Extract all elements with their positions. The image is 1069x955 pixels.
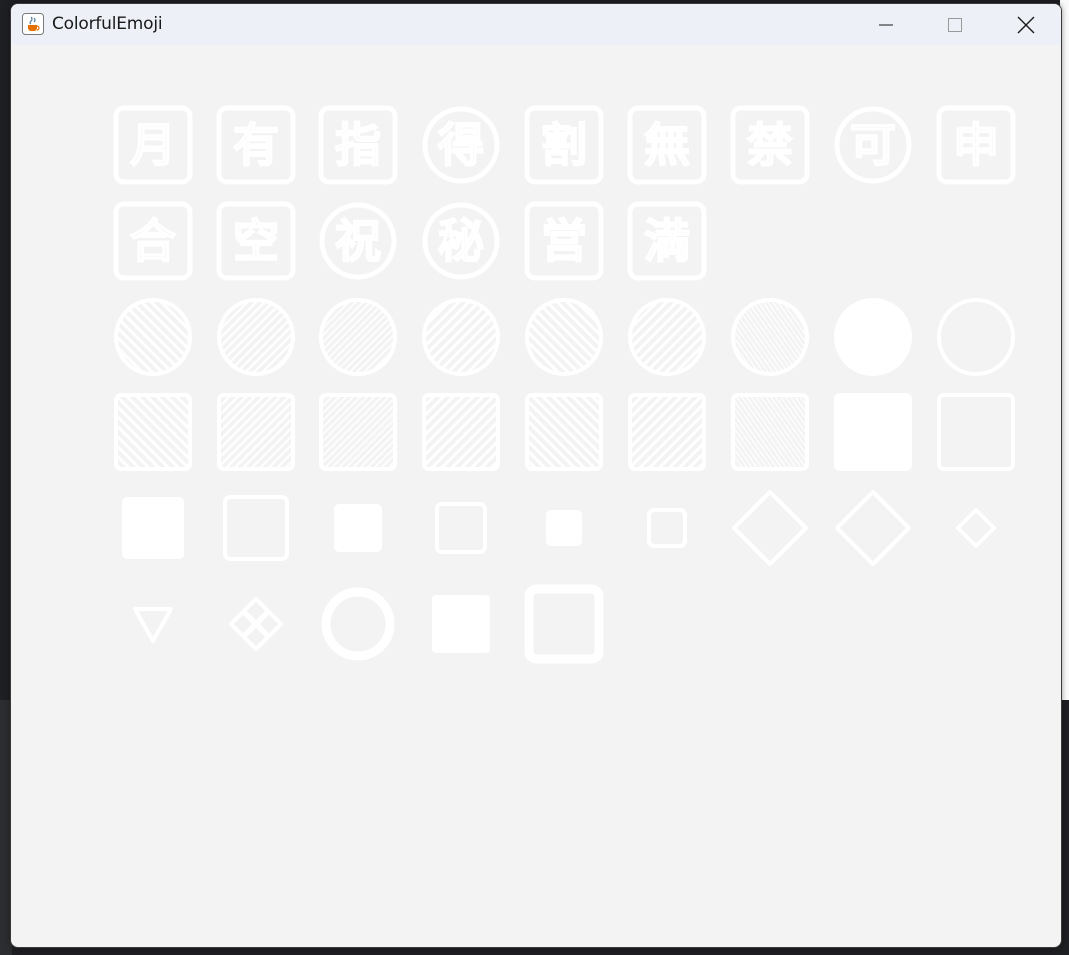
square-emoji: [319, 393, 397, 471]
square-medium-filled: [122, 497, 184, 559]
square-emoji: [114, 393, 192, 471]
ideograph-emoji: 満: [627, 201, 707, 281]
circle-emoji: [731, 298, 809, 376]
square-xsmall-filled: [546, 510, 582, 546]
ideograph-char: 可: [850, 118, 896, 172]
ideograph-char: 秘: [438, 214, 484, 268]
ideograph-char: 月: [130, 118, 176, 172]
application-window: ColorfulEmoji 月 有 指 得 割 無 禁 可 申合 空 祝 秘 営 満: [10, 3, 1062, 948]
ideograph-emoji: 秘: [422, 202, 500, 280]
ideograph-emoji: 営: [524, 201, 604, 281]
ring-circle: [321, 587, 395, 661]
circle-emoji: [319, 298, 397, 376]
ideograph-char: 禁: [747, 118, 793, 172]
triangle-down-outline: [133, 607, 173, 643]
square-filled: [432, 595, 490, 653]
circle-emoji: [217, 298, 295, 376]
ideograph-emoji: 祝: [319, 202, 397, 280]
diamond-large-outline: [732, 490, 808, 566]
ideograph-emoji: 割: [524, 105, 604, 185]
ideograph-emoji: 申: [936, 105, 1016, 185]
square-emoji: [731, 393, 809, 471]
diamond-large-outline: [835, 490, 911, 566]
square-medium-outline: [223, 495, 289, 561]
square-emoji: [628, 393, 706, 471]
square-small-filled: [334, 504, 382, 552]
circle-emoji: [422, 298, 500, 376]
close-button[interactable]: [996, 4, 1056, 45]
square-emoji: [937, 393, 1015, 471]
emoji-canvas: 月 有 指 得 割 無 禁 可 申合 空 祝 秘 営 満: [11, 45, 1061, 947]
ideograph-emoji: 空: [216, 201, 296, 281]
diamond-flower: [229, 597, 283, 651]
ideograph-emoji: 可: [834, 106, 912, 184]
circle-emoji: [628, 298, 706, 376]
minimize-button[interactable]: [856, 4, 916, 45]
ideograph-char: 指: [335, 118, 381, 172]
ideograph-emoji: 有: [216, 105, 296, 185]
ideograph-emoji: 無: [627, 105, 707, 185]
square-small-outline: [435, 502, 487, 554]
close-icon: [1017, 16, 1035, 33]
circle-emoji: [525, 298, 603, 376]
window-title: ColorfulEmoji: [52, 14, 163, 34]
ideograph-char: 空: [233, 214, 279, 268]
ideograph-char: 営: [541, 214, 587, 268]
square-emoji: [834, 393, 912, 471]
square-emoji: [422, 393, 500, 471]
ideograph-char: 有: [233, 118, 279, 172]
maximize-icon: [948, 17, 962, 32]
title-bar[interactable]: ColorfulEmoji: [11, 4, 1061, 45]
square-emoji: [217, 393, 295, 471]
ideograph-emoji: 指: [318, 105, 398, 185]
diamond-small-outline: [956, 508, 996, 548]
minimize-icon: [879, 24, 893, 25]
square-xsmall-outline: [647, 508, 687, 548]
ideograph-char: 祝: [335, 214, 381, 268]
circle-emoji: [834, 298, 912, 376]
ideograph-char: 満: [644, 214, 690, 268]
ideograph-emoji: 禁: [730, 105, 810, 185]
square-thick-outline: [524, 584, 604, 664]
circle-emoji: [937, 298, 1015, 376]
ideograph-emoji: 月: [113, 105, 193, 185]
ideograph-char: 合: [130, 214, 176, 268]
java-cup-icon: [22, 13, 44, 35]
circle-emoji: [114, 298, 192, 376]
ideograph-char: 申: [953, 118, 999, 172]
ideograph-char: 得: [438, 118, 484, 172]
emoji-grid: 月 有 指 得 割 無 禁 可 申合 空 祝 秘 営 満: [113, 105, 1016, 664]
ideograph-char: 割: [541, 118, 587, 172]
ideograph-char: 無: [644, 118, 690, 172]
maximize-button[interactable]: [925, 4, 985, 45]
ideograph-emoji: 得: [422, 106, 500, 184]
square-emoji: [525, 393, 603, 471]
ideograph-emoji: 合: [113, 201, 193, 281]
